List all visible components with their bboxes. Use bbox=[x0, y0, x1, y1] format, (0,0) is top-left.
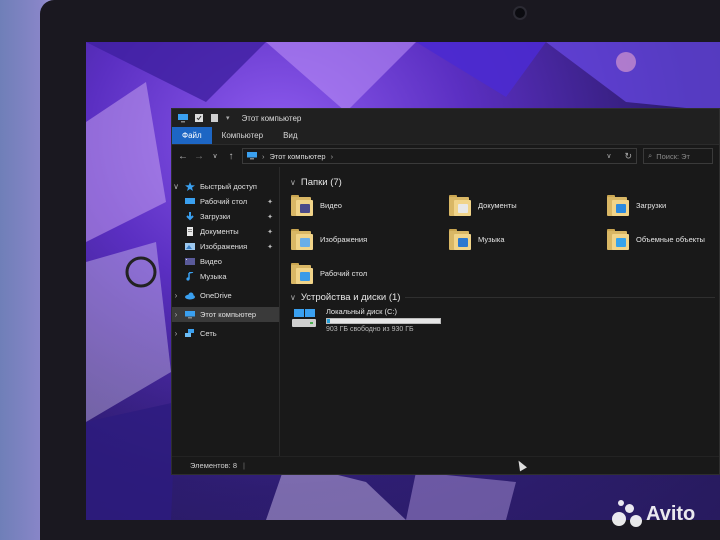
chevron-down-icon[interactable]: ∨ bbox=[290, 178, 296, 187]
drive-c[interactable]: Локальный диск (C:) 903 ГБ свободно из 9… bbox=[290, 307, 441, 333]
documents-folder-icon bbox=[448, 193, 472, 217]
folder-downloads[interactable]: Загрузки bbox=[606, 193, 666, 217]
search-icon: ⌕ bbox=[648, 151, 653, 160]
document-icon bbox=[185, 227, 195, 236]
content-pane: ∨ Папки (7) Видео Документы Загрузки Изо… bbox=[280, 167, 719, 456]
webcam bbox=[513, 6, 527, 20]
network-icon bbox=[185, 329, 195, 338]
section-divider bbox=[405, 296, 715, 298]
devices-section-header[interactable]: ∨ Устройства и диски (1) bbox=[280, 290, 719, 304]
folder-pictures[interactable]: Изображения bbox=[290, 227, 367, 251]
address-bar[interactable]: › Этот компьютер › ∨ ↻ bbox=[242, 148, 637, 164]
tab-computer[interactable]: Компьютер bbox=[212, 127, 273, 144]
pin-icon[interactable]: ✦ bbox=[267, 198, 273, 206]
tab-file[interactable]: Файл bbox=[172, 127, 212, 144]
new-folder-icon[interactable] bbox=[210, 113, 220, 123]
drive-info: Локальный диск (C:) 903 ГБ свободно из 9… bbox=[326, 307, 441, 333]
status-bar: Элементов: 8 | bbox=[172, 456, 719, 474]
music-icon bbox=[185, 271, 195, 281]
ribbon-tabs: Файл Компьютер Вид bbox=[172, 127, 719, 145]
chevron-down-icon[interactable]: ∨ bbox=[290, 293, 296, 302]
drive-usage-bar bbox=[326, 318, 441, 324]
tab-view[interactable]: Вид bbox=[273, 127, 307, 144]
drive-name: Локальный диск (C:) bbox=[326, 307, 397, 316]
sidebar-item-documents[interactable]: Документы ✦ bbox=[172, 224, 279, 239]
recent-dropdown-icon[interactable]: ∨ bbox=[210, 152, 220, 160]
address-row: ← → ∨ ↑ › Этот компьютер › ∨ ↻ ⌕ Поиск: … bbox=[172, 145, 719, 167]
item-count: Элементов: 8 bbox=[190, 461, 238, 470]
cloud-icon bbox=[185, 291, 195, 300]
sidebar-item-this-pc[interactable]: › Этот компьютер bbox=[172, 307, 279, 322]
back-arrow-icon[interactable]: ← bbox=[178, 151, 188, 162]
chevron-right-icon[interactable]: › bbox=[172, 310, 180, 319]
drive-usage-fill bbox=[327, 319, 331, 323]
music-folder-icon bbox=[448, 227, 472, 251]
desktop-folder-icon bbox=[290, 261, 314, 285]
title-bar[interactable]: ▾ Этот компьютер bbox=[172, 109, 719, 127]
sidebar-item-quick-access[interactable]: ∨ Быстрый доступ bbox=[172, 179, 279, 194]
folder-desktop[interactable]: Рабочий стол bbox=[290, 261, 367, 285]
breadcrumb[interactable]: Этот компьютер bbox=[270, 152, 326, 161]
sidebar-item-downloads[interactable]: Загрузки ✦ bbox=[172, 209, 279, 224]
up-arrow-icon[interactable]: ↑ bbox=[226, 151, 236, 162]
sidebar-item-onedrive[interactable]: › OneDrive bbox=[172, 288, 279, 303]
forward-arrow-icon[interactable]: → bbox=[194, 151, 204, 162]
sidebar-item-video[interactable]: Видео bbox=[172, 254, 279, 269]
folders-section-header[interactable]: ∨ Папки (7) bbox=[290, 175, 719, 189]
computer-icon bbox=[247, 151, 257, 161]
pin-icon[interactable]: ✦ bbox=[267, 243, 273, 251]
video-icon bbox=[185, 257, 195, 266]
folder-music[interactable]: Музыка bbox=[448, 227, 505, 251]
avito-watermark: Avito bbox=[612, 500, 695, 528]
navigation-pane: ∨ Быстрый доступ Рабочий стол ✦ Загрузки… bbox=[172, 167, 280, 456]
pictures-folder-icon bbox=[290, 227, 314, 251]
file-explorer-window: ▾ Этот компьютер Файл Компьютер Вид ← → … bbox=[171, 108, 720, 475]
hard-drive-icon bbox=[290, 307, 318, 329]
sidebar-item-desktop[interactable]: Рабочий стол ✦ bbox=[172, 194, 279, 209]
sidebar-item-network[interactable]: › Сеть bbox=[172, 326, 279, 341]
video-folder-icon bbox=[290, 193, 314, 217]
download-icon bbox=[185, 212, 195, 221]
address-dropdown-icon[interactable]: ∨ bbox=[606, 152, 611, 160]
explorer-body: ∨ Быстрый доступ Рабочий стол ✦ Загрузки… bbox=[172, 167, 719, 456]
folder-documents[interactable]: Документы bbox=[448, 193, 517, 217]
drive-free-space: 903 ГБ свободно из 930 ГБ bbox=[326, 326, 414, 333]
chevron-down-icon[interactable]: ∨ bbox=[172, 182, 180, 191]
chevron-right-icon[interactable]: › bbox=[172, 291, 180, 300]
window-title: Этот компьютер bbox=[241, 113, 302, 123]
sidebar-item-pictures[interactable]: Изображения ✦ bbox=[172, 239, 279, 254]
desktop-icon bbox=[185, 197, 195, 206]
sidebar-item-music[interactable]: Музыка bbox=[172, 269, 279, 284]
breadcrumb-chevron-icon[interactable]: › bbox=[331, 152, 334, 161]
qat-dropdown-icon[interactable]: ▾ bbox=[226, 114, 230, 122]
pictures-icon bbox=[185, 242, 195, 251]
3d-objects-folder-icon bbox=[606, 227, 630, 251]
computer-icon bbox=[185, 310, 195, 319]
computer-icon bbox=[178, 113, 188, 123]
refresh-icon[interactable]: ↻ bbox=[624, 151, 632, 162]
downloads-folder-icon bbox=[606, 193, 630, 217]
folder-video[interactable]: Видео bbox=[290, 193, 342, 217]
breadcrumb-separator-icon: › bbox=[262, 151, 265, 161]
status-divider: | bbox=[243, 461, 245, 470]
search-placeholder: Поиск: Эт bbox=[656, 151, 690, 161]
chevron-right-icon[interactable]: › bbox=[172, 329, 180, 338]
properties-icon[interactable] bbox=[194, 113, 204, 123]
search-input[interactable]: ⌕ Поиск: Эт bbox=[643, 148, 713, 164]
pin-icon[interactable]: ✦ bbox=[267, 213, 273, 221]
folder-3d-objects[interactable]: Объемные объекты bbox=[606, 227, 705, 251]
pin-icon[interactable]: ✦ bbox=[267, 228, 273, 236]
star-icon bbox=[185, 182, 195, 191]
photo-scene: ▾ Этот компьютер Файл Компьютер Вид ← → … bbox=[0, 0, 720, 540]
avito-logo-icon bbox=[612, 500, 642, 528]
avito-text: Avito bbox=[646, 502, 696, 525]
